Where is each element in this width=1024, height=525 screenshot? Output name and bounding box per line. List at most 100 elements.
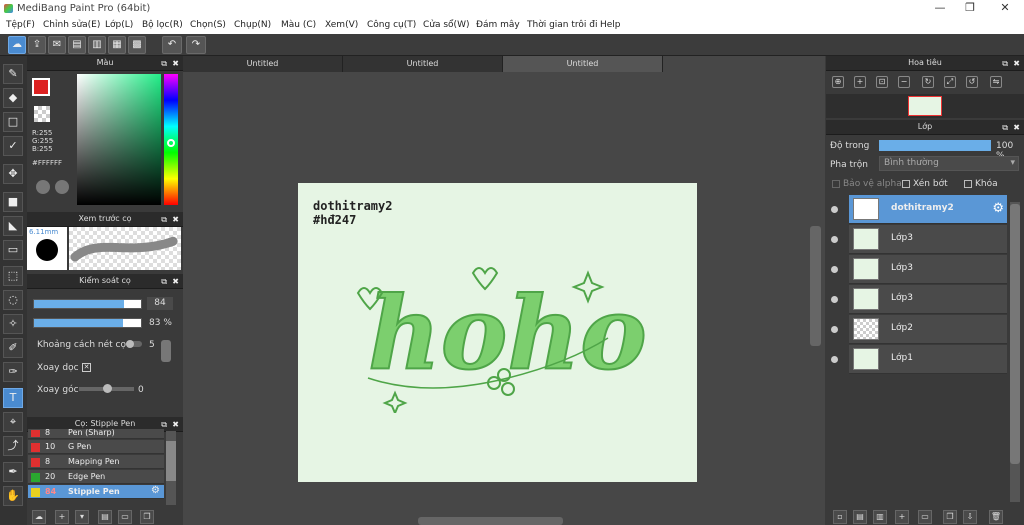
comment-icon[interactable]: ✉ — [48, 36, 66, 54]
menu-filter[interactable]: Bộ lọc(R) — [142, 20, 183, 30]
grid-icon[interactable]: ▩ — [128, 36, 146, 54]
add-layer-menu-icon[interactable]: + — [895, 510, 909, 524]
cloud-icon[interactable]: ☁ — [8, 36, 26, 54]
dot-tool-icon[interactable]: ✓ — [3, 136, 23, 156]
layer-row[interactable]: Lớp2 — [849, 315, 1007, 344]
rotate-icon[interactable]: ↻ — [922, 76, 934, 88]
add-brush-icon[interactable]: + — [55, 510, 69, 524]
new-layer-icon[interactable]: ▫ — [833, 510, 847, 524]
brush-folder-icon[interactable]: ▭ — [118, 510, 132, 524]
new-8bit-layer-icon[interactable]: ▥ — [873, 510, 887, 524]
select-tool-icon[interactable]: ⬚ — [3, 266, 23, 286]
menu-layer[interactable]: Lớp(L) — [105, 20, 133, 30]
menu-color[interactable]: Màu (C) — [281, 20, 316, 30]
tab-untitled-3[interactable]: Untitled — [503, 56, 663, 72]
palette-add-icon[interactable] — [55, 180, 69, 194]
merge-layer-icon[interactable]: ⇩ — [963, 510, 977, 524]
visibility-toggle[interactable] — [831, 326, 838, 333]
flip-icon[interactable]: ⇋ — [990, 76, 1002, 88]
list-item[interactable]: 8 Mapping Pen — [28, 455, 164, 469]
maximize-button[interactable]: ❐ — [955, 1, 985, 14]
menu-help[interactable]: Help — [600, 20, 621, 30]
lock-option[interactable]: Khóa — [964, 179, 998, 189]
panel-close-icon[interactable]: ✖ — [172, 213, 179, 227]
menu-select[interactable]: Chọn(S) — [190, 20, 226, 30]
layer-row[interactable]: dothitramy2 ⚙ — [849, 195, 1007, 224]
eraser-tool-icon[interactable]: ◆ — [3, 88, 23, 108]
new-halftone-layer-icon[interactable]: ▤ — [853, 510, 867, 524]
fill-rect-tool-icon[interactable]: ■ — [3, 192, 23, 212]
navigator-preview[interactable] — [826, 94, 1024, 118]
magic-wand-tool-icon[interactable]: ✧ — [3, 314, 23, 334]
drawing-canvas[interactable]: dothitramy2 #hđ247 hoho — [298, 183, 697, 482]
undock-icon[interactable]: ⧉ — [161, 275, 167, 289]
panel-close-icon[interactable]: ✖ — [172, 57, 179, 71]
brush-size-slider[interactable] — [33, 299, 142, 309]
menu-file[interactable]: Tệp(F) — [6, 20, 35, 30]
gear-icon[interactable]: ⚙ — [992, 201, 1004, 216]
shape-tool-icon[interactable]: □ — [3, 112, 23, 132]
foreground-color-swatch[interactable] — [32, 78, 50, 96]
menu-view[interactable]: Xem(V) — [325, 20, 358, 30]
layer-row[interactable]: Lớp3 — [849, 255, 1007, 284]
actual-size-icon[interactable]: ⊡ — [876, 76, 888, 88]
menu-tools[interactable]: Công cụ(T) — [367, 20, 416, 30]
transparent-color-swatch[interactable] — [34, 106, 50, 122]
tab-untitled-2[interactable]: Untitled — [343, 56, 503, 72]
menu-cloud[interactable]: Đám mây — [476, 20, 520, 30]
angle-slider[interactable] — [79, 384, 134, 393]
select-eraser-tool-icon[interactable]: ✑ — [3, 362, 23, 382]
page-icon[interactable]: ▥ — [88, 36, 106, 54]
zoom-in-icon[interactable]: + — [854, 76, 866, 88]
zoom-fit-icon[interactable]: ⊕ — [832, 76, 844, 88]
undock-icon[interactable]: ⧉ — [161, 57, 167, 71]
layer-opacity-slider[interactable] — [879, 140, 991, 151]
reset-rotate-icon[interactable]: ↺ — [966, 76, 978, 88]
horizontal-scrollbar[interactable] — [418, 517, 563, 525]
visibility-toggle[interactable] — [831, 206, 838, 213]
hue-handle[interactable] — [167, 139, 175, 147]
share-icon[interactable]: ⇪ — [28, 36, 46, 54]
menu-timelapse[interactable]: Thời gian trôi đi — [527, 20, 597, 30]
stroke-spacing-slider[interactable] — [126, 340, 142, 348]
vertical-scrollbar[interactable] — [810, 226, 821, 346]
visibility-toggle[interactable] — [831, 236, 838, 243]
undo-icon[interactable]: ↶ — [162, 36, 182, 54]
blend-mode-select[interactable]: Bình thường ▾ — [879, 156, 1019, 171]
brush-list-scrollbar[interactable] — [166, 431, 176, 505]
list-item[interactable]: 20 Edge Pen — [28, 470, 164, 484]
brush-opacity-slider[interactable] — [33, 318, 142, 328]
panel-close-icon[interactable]: ✖ — [1013, 121, 1020, 135]
layer-folder-icon[interactable]: ▭ — [918, 510, 932, 524]
visibility-toggle[interactable] — [831, 296, 838, 303]
brush-size-value[interactable]: 84 — [147, 297, 173, 310]
panel-scrollbar[interactable] — [161, 340, 171, 362]
document-icon[interactable]: ▤ — [68, 36, 86, 54]
menu-edit[interactable]: Chỉnh sửa(E) — [43, 20, 100, 30]
visibility-toggle[interactable] — [831, 356, 838, 363]
delete-layer-icon[interactable]: 🗑 — [989, 510, 1003, 524]
bucket-tool-icon[interactable]: ◣ — [3, 216, 23, 236]
brush-settings-icon[interactable]: ▤ — [98, 510, 112, 524]
menu-capture[interactable]: Chụp(N) — [234, 20, 271, 30]
layers-scrollbar[interactable] — [1010, 202, 1020, 502]
brush-cloud-icon[interactable]: ☁ — [32, 510, 46, 524]
list-item[interactable]: 8 Pen (Sharp) — [28, 428, 164, 439]
move-tool-icon[interactable]: ✥ — [3, 164, 23, 184]
hand-tool-icon[interactable]: ✋ — [3, 486, 23, 506]
undock-icon[interactable]: ⧉ — [161, 213, 167, 227]
panel-close-icon[interactable]: ✖ — [1013, 57, 1020, 71]
zoom-out-icon[interactable]: − — [898, 76, 910, 88]
panel-icon[interactable]: ▦ — [108, 36, 126, 54]
gear-icon[interactable]: ⚙ — [151, 485, 160, 496]
clipping-option[interactable]: Xén bớt — [902, 179, 948, 189]
gradient-tool-icon[interactable]: ▭ — [3, 240, 23, 260]
undock-icon[interactable]: ⧉ — [1002, 57, 1008, 71]
list-item[interactable]: 10 G Pen — [28, 440, 164, 454]
operation-tool-icon[interactable]: ⌖ — [3, 412, 23, 432]
pen-tool-icon[interactable]: ✒ — [3, 462, 23, 482]
add-brush-menu-icon[interactable]: ▾ — [75, 510, 89, 524]
tab-untitled-1[interactable]: Untitled — [183, 56, 343, 72]
saturation-value-picker[interactable] — [77, 74, 161, 205]
layer-row[interactable]: Lớp1 — [849, 345, 1007, 374]
